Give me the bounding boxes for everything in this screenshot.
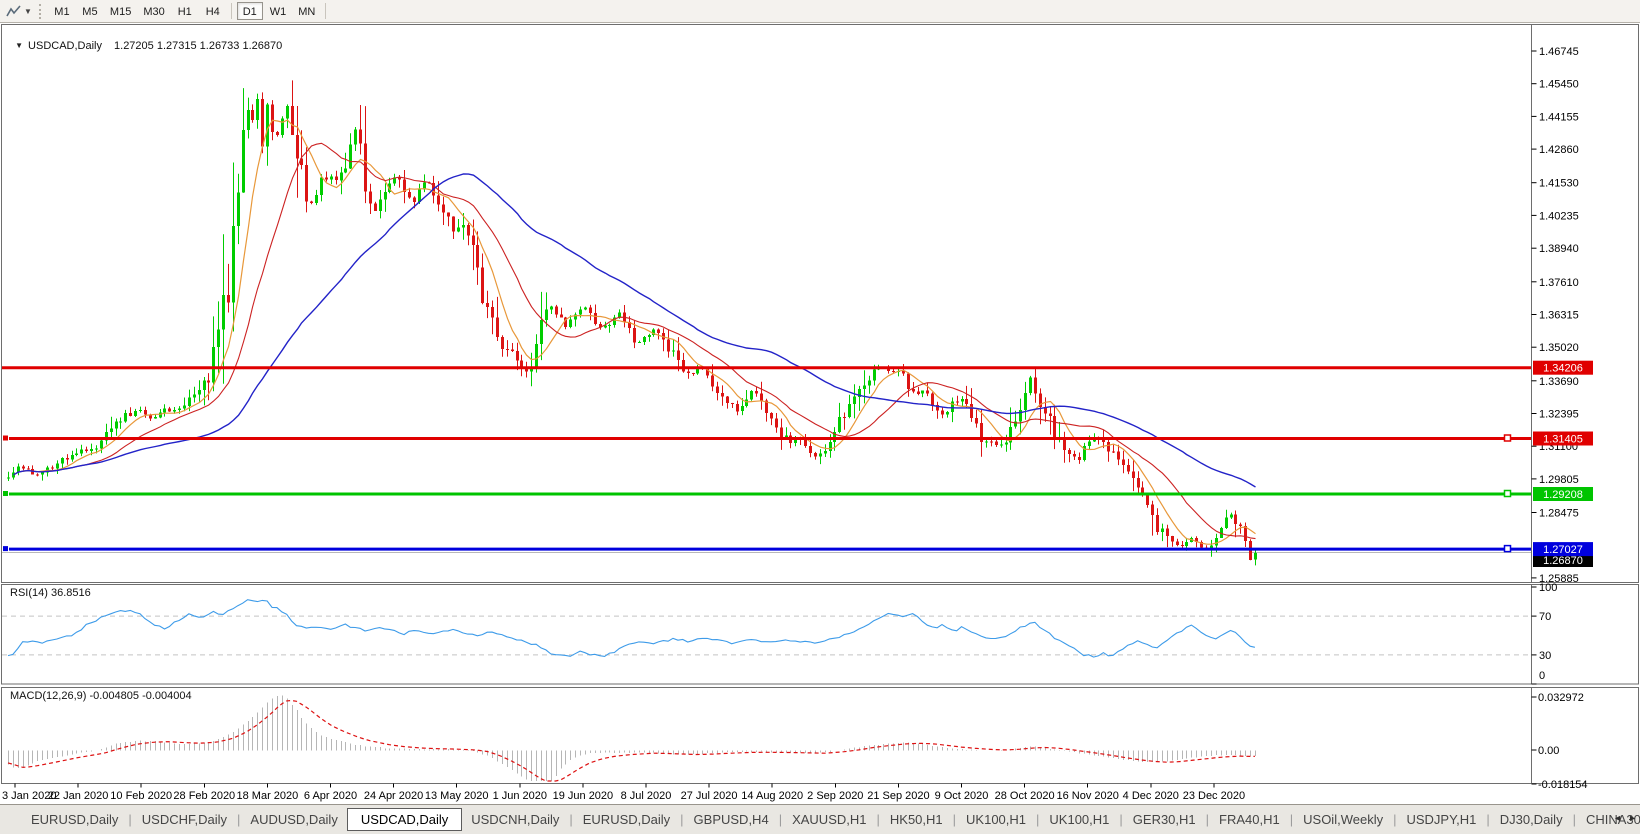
svg-text:0: 0 [1539,670,1545,682]
svg-text:14 Aug 2020: 14 Aug 2020 [741,790,803,802]
svg-text:16 Nov 2020: 16 Nov 2020 [1057,790,1119,802]
tab-xauusd-h1[interactable]: XAUUSD,H1 [783,809,875,830]
toolbar-separator [231,3,232,19]
svg-text:13 May 2020: 13 May 2020 [425,790,489,802]
tab-scroll-left-icon[interactable]: ◄ [1613,813,1622,823]
svg-text:18 Mar 2020: 18 Mar 2020 [237,790,299,802]
svg-text:0.00: 0.00 [1538,745,1559,757]
svg-text:1.34206: 1.34206 [1543,363,1583,375]
svg-text:4 Dec 2020: 4 Dec 2020 [1123,790,1179,802]
svg-text:1.29805: 1.29805 [1539,474,1579,486]
svg-text:0.032972: 0.032972 [1538,692,1584,704]
tab-eurusd-daily[interactable]: EURUSD,Daily [574,809,679,830]
tab-usdjpy-h1[interactable]: USDJPY,H1 [1397,809,1485,830]
svg-text:1.42860: 1.42860 [1539,144,1579,156]
svg-text:1.41530: 1.41530 [1539,178,1579,190]
svg-text:1.37610: 1.37610 [1539,277,1579,289]
main-chart-pane [2,25,1639,583]
timeframe-buttons: M1M5M15M30H1H4 D1W1MN [48,2,330,20]
tab-dj30-daily[interactable]: DJ30,Daily [1491,809,1572,830]
tab-usdchf-daily[interactable]: USDCHF,Daily [133,809,236,830]
timeframe-button-m15[interactable]: M15 [105,2,136,20]
tab-gbpusd-h4[interactable]: GBPUSD,H4 [685,809,778,830]
macd-indicator-label: MACD(12,26,9) -0.004805 -0.004004 [10,690,192,702]
collapse-triangle-icon[interactable]: ▼ [15,41,23,50]
timeframe-button-w1[interactable]: W1 [265,2,292,20]
svg-text:24 Apr 2020: 24 Apr 2020 [364,790,423,802]
svg-text:1.28475: 1.28475 [1539,508,1579,520]
toolbar: ▼ M1M5M15M30H1H4 D1W1MN [0,0,1640,23]
svg-text:1 Jun 2020: 1 Jun 2020 [493,790,547,802]
line-handle-left[interactable] [3,491,9,497]
svg-text:27 Jul 2020: 27 Jul 2020 [681,790,738,802]
svg-text:1.40235: 1.40235 [1539,210,1579,222]
tab-hk50-h1[interactable]: HK50,H1 [881,809,952,830]
line-handle-right[interactable] [1505,435,1511,441]
svg-text:1.31405: 1.31405 [1543,434,1583,446]
chart-tool-icon[interactable] [5,3,23,19]
chart-tab-bar: EURUSD,Daily|USDCHF,Daily|AUDUSD,DailyUS… [0,804,1640,834]
svg-text:1.35020: 1.35020 [1539,342,1579,354]
tab-usdcnh-daily[interactable]: USDCNH,Daily [462,809,568,830]
svg-text:1.46745: 1.46745 [1539,46,1579,58]
chart-title: ▼ USDCAD,Daily 1.27205 1.27315 1.26733 1.2… [9,28,282,52]
svg-text:28 Oct 2020: 28 Oct 2020 [995,790,1055,802]
timeframe-button-m5[interactable]: M5 [77,2,103,20]
toolbar-grip [39,4,41,19]
tab-audusd-daily[interactable]: AUDUSD,Daily [241,809,346,830]
svg-text:9 Oct 2020: 9 Oct 2020 [935,790,989,802]
timeframe-button-h4[interactable]: H4 [200,2,226,20]
svg-text:1.27027: 1.27027 [1543,544,1583,556]
svg-text:-0.018154: -0.018154 [1538,779,1588,791]
timeframe-button-m30[interactable]: M30 [138,2,169,20]
tab-uk100-h1[interactable]: UK100,H1 [1040,809,1118,830]
tabs-holder: EURUSD,Daily|USDCHF,Daily|AUDUSD,DailyUS… [22,808,1640,831]
svg-text:19 Jun 2020: 19 Jun 2020 [553,790,614,802]
tab-scroll-right-icon[interactable]: ► [1628,813,1637,823]
date-axis[interactable]: 3 Jan 202022 Jan 202010 Feb 202028 Feb 2… [2,784,1245,803]
timeframe-button-mn[interactable]: MN [293,2,320,20]
svg-text:1.36315: 1.36315 [1539,310,1579,322]
tab-eurusd-daily[interactable]: EURUSD,Daily [22,809,127,830]
svg-text:1.44155: 1.44155 [1539,111,1579,123]
svg-text:10 Feb 2020: 10 Feb 2020 [110,790,172,802]
toolbar-separator [325,3,326,19]
tab-ger30-h1[interactable]: GER30,H1 [1124,809,1205,830]
svg-text:8 Jul 2020: 8 Jul 2020 [621,790,672,802]
svg-text:1.45450: 1.45450 [1539,79,1579,91]
tab-fra40-h1[interactable]: FRA40,H1 [1210,809,1289,830]
svg-text:21 Sep 2020: 21 Sep 2020 [867,790,929,802]
svg-text:2 Sep 2020: 2 Sep 2020 [807,790,863,802]
line-handle-left[interactable] [3,435,9,441]
line-handle-left[interactable] [3,546,9,552]
svg-text:22 Jan 2020: 22 Jan 2020 [48,790,109,802]
timeframe-button-m1[interactable]: M1 [49,2,75,20]
chevron-down-icon[interactable]: ▼ [24,7,32,16]
chart-canvas: 1.46745 1.45450 1.44155 1.42860 1.41530 1.402… [0,0,1640,834]
svg-text:30: 30 [1539,650,1551,662]
timeframe-button-h1[interactable]: H1 [172,2,198,20]
svg-text:6 Apr 2020: 6 Apr 2020 [304,790,357,802]
svg-text:23 Dec 2020: 23 Dec 2020 [1183,790,1245,802]
svg-text:1.26870: 1.26870 [1543,555,1583,567]
svg-text:28 Feb 2020: 28 Feb 2020 [173,790,235,802]
svg-text:1.32395: 1.32395 [1539,409,1579,421]
svg-text:1.33690: 1.33690 [1539,376,1579,388]
svg-text:100: 100 [1539,582,1557,594]
chart-ohlc-values: 1.27205 1.27315 1.26733 1.26870 [114,40,282,52]
svg-text:1.29208: 1.29208 [1543,489,1583,501]
chart-symbol-label: USDCAD,Daily [28,40,102,52]
svg-text:70: 70 [1539,611,1551,623]
svg-text:1.38940: 1.38940 [1539,243,1579,255]
tab-scroll-arrows: ◄ ► [1613,813,1637,823]
tab-usoil-weekly[interactable]: USOil,Weekly [1294,809,1392,830]
timeframe-button-d1[interactable]: D1 [237,2,263,20]
line-handle-right[interactable] [1505,546,1511,552]
tab-usdcad-daily[interactable]: USDCAD,Daily [347,808,462,831]
tab-uk100-h1[interactable]: UK100,H1 [957,809,1035,830]
macd-pane [2,688,1639,784]
rsi-indicator-label: RSI(14) 36.8516 [10,587,91,599]
line-handle-right[interactable] [1505,491,1511,497]
